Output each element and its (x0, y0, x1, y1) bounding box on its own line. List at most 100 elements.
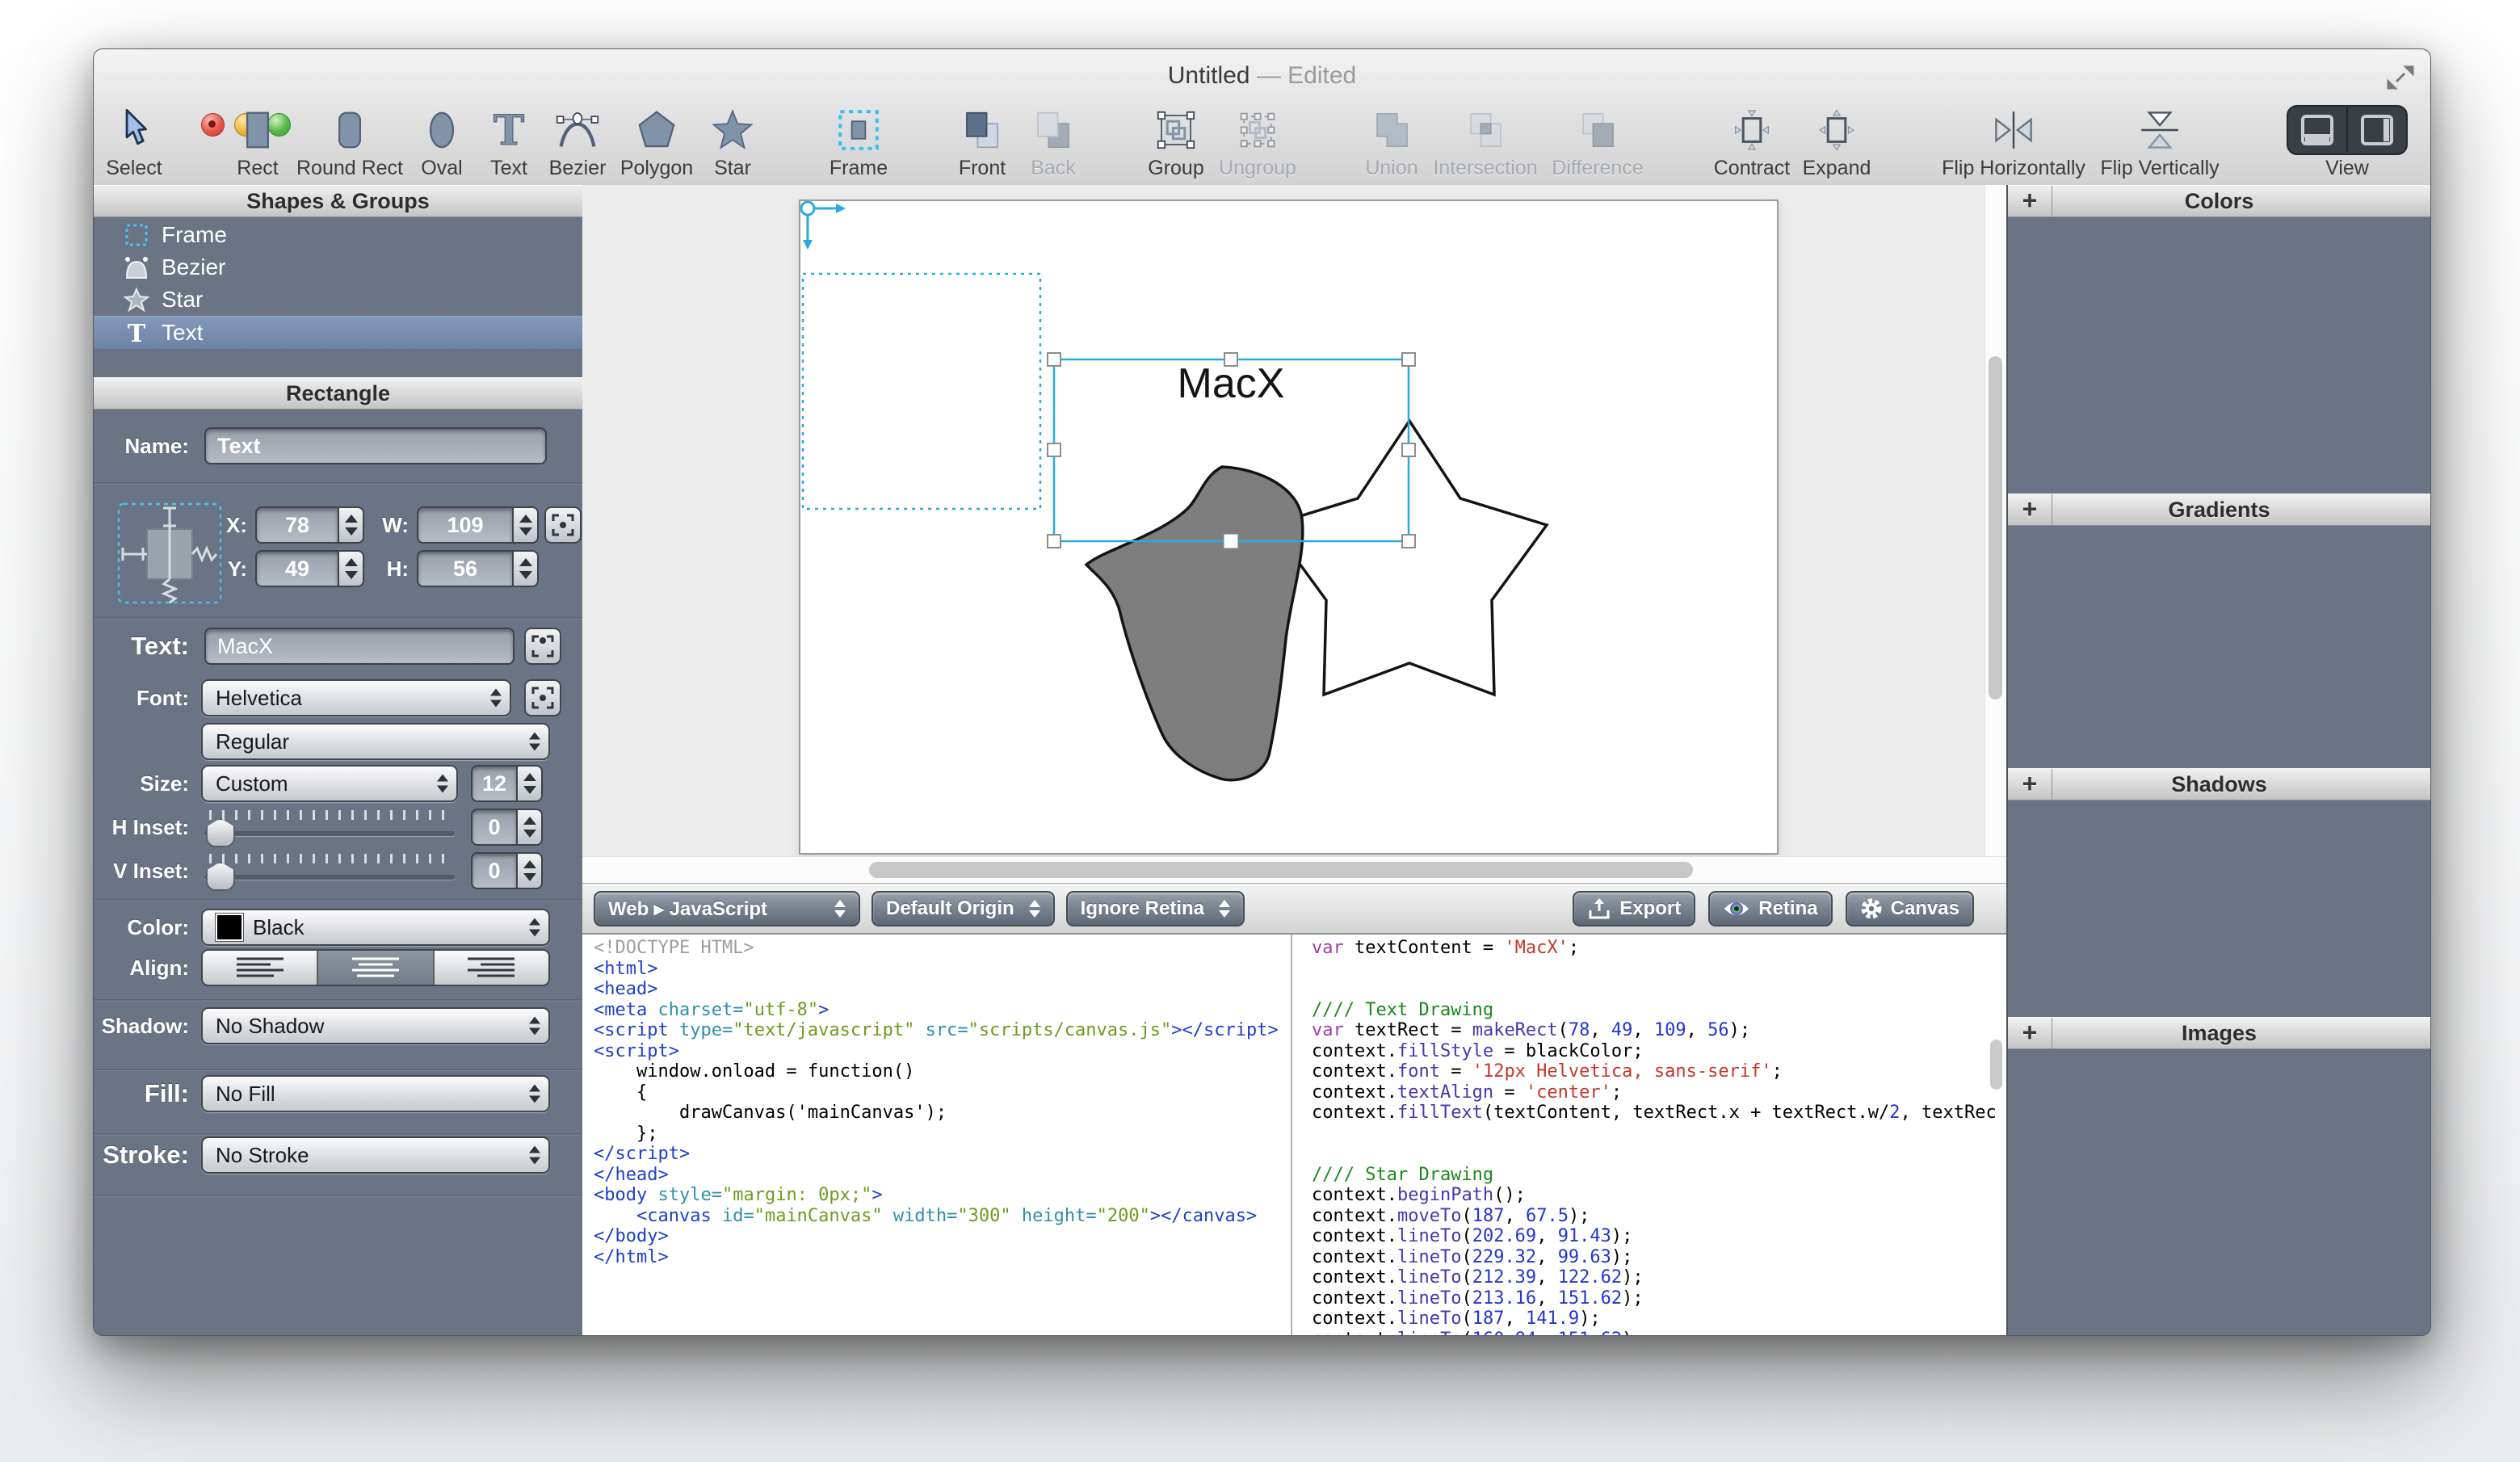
artboard[interactable]: MacX (799, 200, 1779, 855)
library-header-images: +Images (2008, 1017, 2430, 1049)
canvas-settings-button[interactable]: Canvas (1846, 891, 1974, 926)
code-line: <script type="text/javascript" src="scri… (594, 1020, 1291, 1041)
center-column: MacX Web ▸ JavaScript (582, 185, 2006, 1335)
canvas-horizontal-scrollbar[interactable] (582, 856, 2006, 883)
size-stepper[interactable] (516, 765, 543, 802)
y-field[interactable]: 49 (255, 550, 338, 587)
shape-list-label: Frame (162, 222, 227, 248)
titlebar[interactable]: Untitled — Edited (94, 49, 2430, 103)
canvas-viewport[interactable]: MacX (582, 185, 2006, 883)
code-pane-js[interactable]: var textContent = 'MacX';//// Text Drawi… (1292, 935, 2006, 1335)
x-label: X: (189, 506, 247, 544)
vscroll-thumb[interactable] (1989, 356, 2002, 699)
name-row: Name: (94, 427, 582, 464)
v-inset-field[interactable]: 0 (471, 852, 516, 889)
code-line: context.moveTo(187, 67.5); (1312, 1206, 2006, 1227)
w-stepper[interactable] (512, 506, 539, 544)
canvas-text[interactable]: MacX (1178, 360, 1285, 407)
add-images-button[interactable]: + (2008, 1018, 2052, 1048)
text-input[interactable] (204, 628, 514, 665)
code-line: </head> (594, 1165, 1291, 1186)
toolbar-item-label: Back (1031, 156, 1076, 180)
color-row: Color: Black (94, 909, 582, 946)
retina-button[interactable]: Retina (1708, 891, 1832, 926)
frame-shape-icon (123, 221, 150, 249)
align-center-button[interactable] (318, 951, 434, 985)
fill-dropdown[interactable]: No Fill (201, 1075, 550, 1112)
shadow-row: Shadow: No Shadow (94, 1007, 582, 1044)
desktop: { "window": { "title": "Untitled", "titl… (0, 0, 2520, 1462)
ungroup-icon (1233, 104, 1282, 156)
retina-dropdown[interactable]: Ignore Retina (1066, 891, 1245, 926)
align-label: Align: (94, 949, 189, 986)
h-stepper[interactable] (512, 550, 539, 587)
code-line: context.lineTo(187, 141.9); (1312, 1309, 2006, 1330)
h-inset-slider[interactable] (204, 809, 455, 846)
font-constraint-button[interactable] (524, 679, 561, 716)
library-header-title: Shadows (2171, 772, 2267, 796)
bezier-shape[interactable] (1086, 467, 1303, 780)
shape-list-item-bezier[interactable]: Bezier (94, 251, 582, 284)
code-scrollbar-thumb[interactable] (1990, 1040, 2002, 1090)
add-gradients-button[interactable]: + (2008, 494, 2052, 525)
toolbar-item-expand[interactable]: Expand (1784, 103, 1889, 180)
toolbar-item-select[interactable]: Select (93, 103, 183, 180)
v-inset-stepper[interactable] (516, 852, 543, 889)
text-label: Text: (94, 628, 189, 665)
origin-marker (801, 202, 846, 250)
fullscreen-icon[interactable] (2387, 64, 2414, 91)
shape-list-item-frame[interactable]: Frame (94, 219, 582, 251)
w-label: W: (351, 506, 409, 544)
toolbar-item-view[interactable]: View (2278, 103, 2416, 180)
toolbar-item-label: Text (490, 156, 527, 180)
toolbar-item-frame[interactable]: Frame (806, 103, 911, 180)
toolbar-item-label: Intersection (1433, 156, 1537, 180)
code-line: context.lineTo(160.84, 151.62); (1312, 1330, 2006, 1336)
shape-list-item-text[interactable]: TText (94, 316, 582, 350)
contract-icon (1727, 104, 1777, 156)
w-field[interactable]: 109 (417, 506, 512, 544)
toolbar-item-star[interactable]: Star (684, 103, 781, 180)
hscroll-thumb[interactable] (869, 862, 1693, 878)
h-field[interactable]: 56 (417, 550, 512, 587)
align-left-button[interactable] (203, 951, 318, 985)
h-inset-field[interactable]: 0 (471, 809, 516, 846)
code-line: context.font = '12px Helvetica, sans-ser… (1312, 1061, 2006, 1082)
canvas-vertical-scrollbar[interactable] (1984, 185, 2006, 857)
w-constraint-button[interactable] (544, 506, 582, 544)
add-shadows-button[interactable]: + (2008, 769, 2052, 800)
svg-text:T: T (128, 321, 146, 345)
app-window: Untitled — Edited SelectRectRound RectOv… (93, 48, 2431, 1336)
font-family-dropdown[interactable]: Helvetica (201, 679, 511, 716)
add-colors-button[interactable]: + (2008, 186, 2052, 216)
size-mode-dropdown[interactable]: Custom (201, 765, 458, 802)
font-style-dropdown[interactable]: Regular (201, 723, 550, 760)
toolbar-item-flipv[interactable]: Flip Vertically (2075, 103, 2245, 180)
origin-dropdown[interactable]: Default Origin (872, 891, 1055, 926)
color-dropdown[interactable]: Black (201, 909, 550, 946)
code-toolbar: Web ▸ JavaScript Default Origin Ignore R… (582, 883, 2006, 935)
code-pane-html[interactable]: <!DOCTYPE HTML><html><head><meta charset… (582, 935, 1291, 1335)
name-input[interactable] (204, 427, 547, 464)
shadow-dropdown[interactable]: No Shadow (201, 1007, 550, 1044)
code-line: </html> (594, 1247, 1291, 1268)
code-line: window.onload = function() (594, 1061, 1291, 1082)
code-line: </body> (594, 1226, 1291, 1247)
text-row: Text: (94, 628, 582, 665)
text-constraint-button[interactable] (524, 628, 561, 665)
library-header-gradients: +Gradients (2008, 494, 2430, 526)
align-right-button[interactable] (435, 951, 548, 985)
x-field[interactable]: 78 (255, 506, 338, 544)
shape-list-item-star[interactable]: Star (94, 284, 582, 316)
language-dropdown[interactable]: Web ▸ JavaScript (594, 891, 860, 926)
color-swatch (216, 914, 243, 941)
size-field[interactable]: 12 (471, 765, 516, 802)
align-row: Align: (94, 949, 582, 986)
stroke-dropdown[interactable]: No Stroke (201, 1136, 550, 1174)
frame-shape[interactable] (803, 274, 1040, 509)
code-line (1312, 1144, 2006, 1165)
gear-icon (1860, 897, 1883, 920)
v-inset-slider[interactable] (204, 852, 455, 889)
h-inset-stepper[interactable] (516, 809, 543, 846)
export-button[interactable]: Export (1573, 891, 1695, 926)
